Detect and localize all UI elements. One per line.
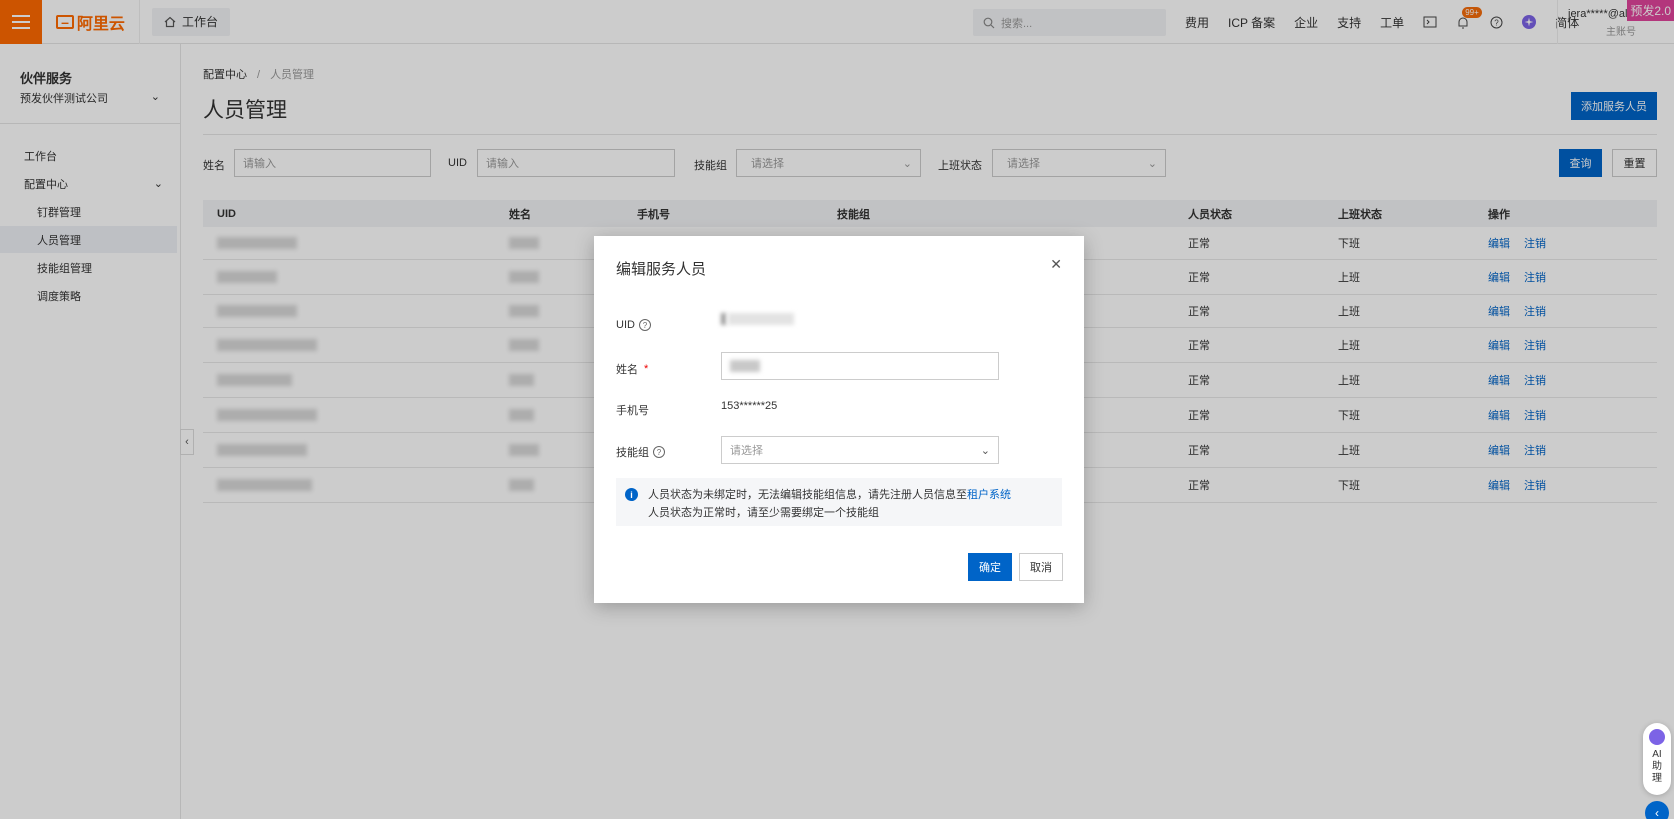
- skill-label-text: 技能组: [616, 447, 649, 459]
- confirm-button[interactable]: 确定: [968, 553, 1012, 581]
- skill-label: 技能组?: [616, 444, 665, 460]
- skill-select[interactable]: 请选择 ⌄: [721, 436, 999, 464]
- chevron-left-icon[interactable]: ‹: [1645, 801, 1669, 819]
- ai-assistant-button[interactable]: AI 助 理: [1643, 723, 1671, 795]
- ai-label-1: AI: [1652, 749, 1662, 760]
- close-icon[interactable]: ✕: [1050, 256, 1062, 273]
- name-input[interactable]: [721, 352, 999, 380]
- skill-placeholder: 请选择: [730, 445, 763, 457]
- ai-star-icon: [1649, 729, 1665, 745]
- uid-label: UID?: [616, 319, 651, 331]
- info-icon: i: [625, 488, 638, 501]
- info-notice: i 人员状态为未绑定时，无法编辑技能组信息，请先注册人员信息至租户系统 人员状态…: [616, 478, 1062, 526]
- ai-label-3: 理: [1652, 773, 1662, 784]
- name-label: 姓名 *: [616, 361, 648, 377]
- tenant-system-link[interactable]: 租户系统: [967, 489, 1011, 501]
- notice-line-2: 人员状态为正常时，请至少需要绑定一个技能组: [648, 507, 879, 519]
- help-icon[interactable]: ?: [638, 319, 651, 331]
- name-label-text: 姓名: [616, 364, 638, 376]
- help-icon[interactable]: ?: [653, 446, 665, 458]
- uid-label-text: UID: [616, 319, 635, 331]
- ai-label-2: 助: [1652, 761, 1662, 772]
- notice-line-1-text: 人员状态为未绑定时，无法编辑技能组信息，请先注册人员信息至: [648, 489, 967, 501]
- cancel-button[interactable]: 取消: [1019, 553, 1063, 581]
- uid-value: [721, 313, 794, 325]
- phone-label: 手机号: [616, 405, 649, 417]
- edit-staff-dialog: 编辑服务人员 ✕ UID? 姓名 * 手机号 153******25 技能组? 请…: [594, 236, 1084, 603]
- required-mark: *: [644, 363, 649, 375]
- chevron-down-icon: ⌄: [980, 444, 990, 457]
- phone-value: 153******25: [721, 400, 778, 412]
- notice-line-1: 人员状态为未绑定时，无法编辑技能组信息，请先注册人员信息至租户系统: [648, 486, 1052, 504]
- dialog-title: 编辑服务人员: [616, 261, 707, 278]
